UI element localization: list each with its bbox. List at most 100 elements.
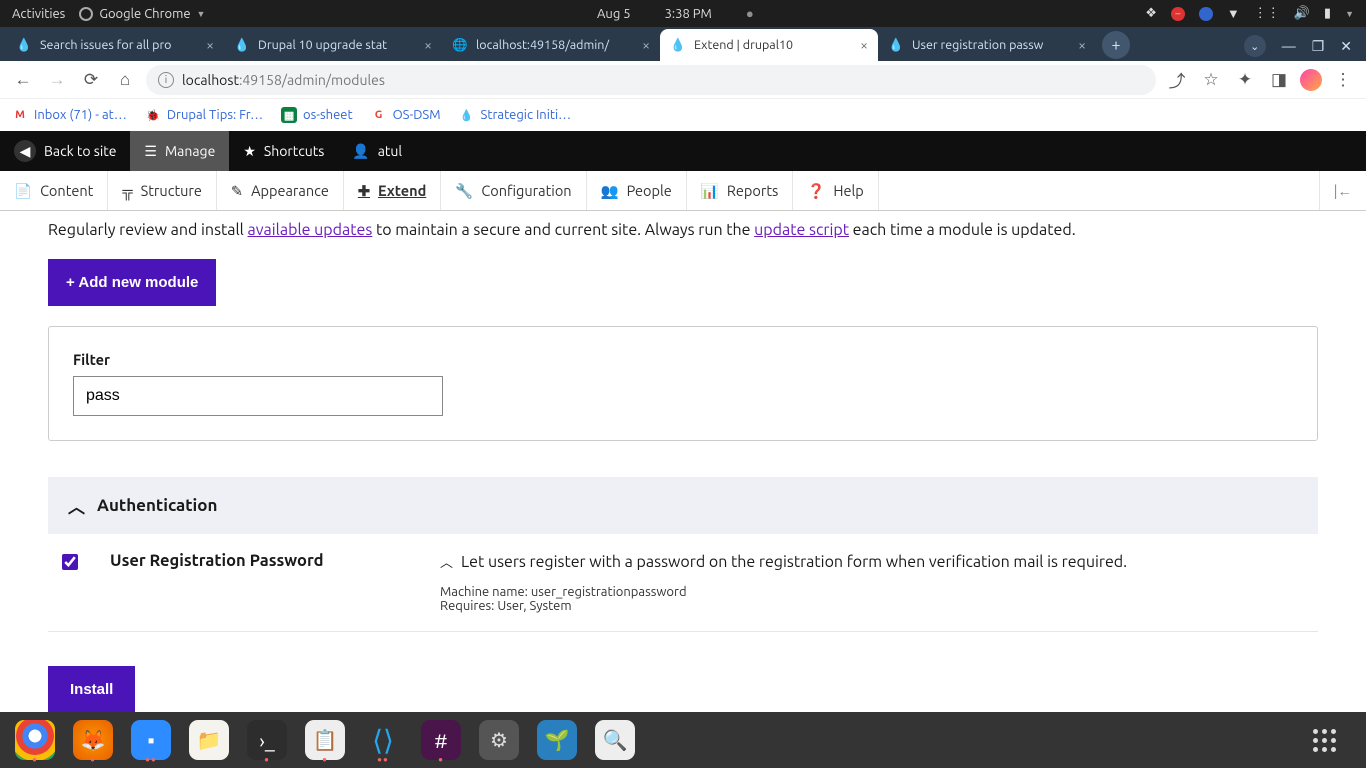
user-menu-button[interactable]: 👤 atul <box>338 131 416 171</box>
dock-zoom[interactable]: ▪●● <box>124 716 178 764</box>
admin-menu-configuration[interactable]: 🔧Configuration <box>441 171 586 210</box>
home-button[interactable]: ⌂ <box>112 67 138 93</box>
browser-tab[interactable]: 💧 Drupal 10 upgrade stat × <box>224 29 442 61</box>
zoom-tray-icon[interactable] <box>1199 7 1213 21</box>
bookmark-item[interactable]: GOS-DSM <box>371 107 441 123</box>
chart-icon: 📊 <box>701 182 719 200</box>
extensions-icon[interactable]: ✦ <box>1232 67 1258 93</box>
dock-files[interactable]: 📁 <box>182 716 236 764</box>
activities-button[interactable]: Activities <box>12 7 65 21</box>
module-description[interactable]: ︿Let users register with a password on t… <box>440 552 1304 571</box>
page-content: Regularly review and install available u… <box>0 211 1366 712</box>
forward-button[interactable]: → <box>44 67 70 93</box>
dock-firefox[interactable]: 🦊● <box>66 716 120 764</box>
close-icon[interactable]: × <box>1078 37 1086 53</box>
admin-menu-content[interactable]: 📄Content <box>0 171 108 210</box>
admin-menu-structure[interactable]: ╦Structure <box>108 171 217 210</box>
side-panel-icon[interactable]: ◨ <box>1266 67 1292 93</box>
toolbar-collapse-button[interactable]: |← <box>1319 171 1366 210</box>
status-message: Regularly review and install available u… <box>48 221 1318 239</box>
bookmark-item[interactable]: ▦os-sheet <box>281 107 353 123</box>
admin-menu-reports[interactable]: 📊Reports <box>687 171 794 210</box>
reload-button[interactable]: ⟳ <box>78 67 104 93</box>
drupal-icon: 💧 <box>234 37 250 53</box>
browser-tab[interactable]: 🌐 localhost:49158/admin/ × <box>442 29 660 61</box>
module-row: User Registration Password ︿Let users re… <box>48 534 1318 632</box>
dock-terminal[interactable]: ›_● <box>240 716 294 764</box>
back-arrow-icon: ◀ <box>14 140 36 162</box>
structure-icon: ╦ <box>122 182 132 200</box>
add-new-module-button[interactable]: + Add new module <box>48 259 216 306</box>
bookmark-star-icon[interactable]: ☆ <box>1198 67 1224 93</box>
help-icon: ❓ <box>807 182 825 200</box>
module-meta: Machine name: user_registrationpassword … <box>440 585 1304 613</box>
browser-tab-active[interactable]: 💧 Extend | drupal10 × <box>660 29 878 61</box>
volume-icon[interactable]: 🔊 <box>1294 6 1310 21</box>
filter-label: Filter <box>73 351 1293 368</box>
show-apps-button[interactable] <box>1304 716 1358 764</box>
dock-settings[interactable]: ⚙ <box>472 716 526 764</box>
system-tray[interactable]: ❖ – ▼ ⋮⋮ 🔊 ▮ ▼ <box>1145 6 1354 21</box>
tray-icon[interactable]: ❖ <box>1145 6 1157 21</box>
brush-icon: ✎ <box>231 182 243 200</box>
manage-button[interactable]: ☰ Manage <box>130 131 229 171</box>
back-button[interactable]: ← <box>10 67 36 93</box>
chrome-tabstrip: 💧 Search issues for all pro × 💧 Drupal 1… <box>0 27 1366 61</box>
available-updates-link[interactable]: available updates <box>248 221 373 239</box>
drupal-icon: 💧 <box>670 37 686 53</box>
browser-tab[interactable]: 💧 User registration passw × <box>878 29 1096 61</box>
bookmark-item[interactable]: 🐞Drupal Tips: Fr… <box>145 107 263 123</box>
drupal-icon: 💧 <box>16 37 32 53</box>
chevron-up-icon: ︿ <box>440 552 453 571</box>
address-bar[interactable]: i localhost:49158/admin/modules <box>146 65 1156 95</box>
bookmark-item[interactable]: 💧Strategic Initi… <box>459 107 572 123</box>
tab-search-button[interactable]: ⌄ <box>1244 35 1266 57</box>
minimize-button[interactable]: — <box>1282 38 1296 54</box>
dock-chrome[interactable]: ● <box>8 716 62 764</box>
chevron-up-icon: ︿ <box>68 493 85 518</box>
puzzle-icon: ✚ <box>358 182 370 200</box>
chrome-toolbar: ← → ⟳ ⌂ i localhost:49158/admin/modules … <box>0 61 1366 99</box>
close-window-button[interactable]: ✕ <box>1340 38 1352 55</box>
share-icon[interactable]: ⤴ <box>1164 67 1190 93</box>
close-icon[interactable]: × <box>860 37 868 53</box>
wrench-icon: 🔧 <box>455 182 473 200</box>
battery-icon[interactable]: ▮ <box>1324 6 1331 21</box>
new-tab-button[interactable]: + <box>1102 31 1130 59</box>
dock-notes[interactable]: 📋● <box>298 716 352 764</box>
back-to-site-button[interactable]: ◀ Back to site <box>0 131 130 171</box>
hamburger-icon: ☰ <box>144 143 157 160</box>
profile-avatar[interactable] <box>1300 69 1322 91</box>
bookmark-item[interactable]: MInbox (71) - at… <box>12 107 127 123</box>
notification-icon[interactable]: – <box>1171 7 1185 21</box>
filter-input[interactable] <box>73 376 443 416</box>
admin-menu-people[interactable]: 👥People <box>587 171 687 210</box>
dock-search[interactable]: 🔍 <box>588 716 642 764</box>
admin-menu-help[interactable]: ❓Help <box>793 171 878 210</box>
clock[interactable]: Aug 5 3:38 PM ● <box>597 6 754 21</box>
browser-tab[interactable]: 💧 Search issues for all pro × <box>6 29 224 61</box>
update-script-link[interactable]: update script <box>754 221 849 239</box>
restore-button[interactable]: ❐ <box>1312 38 1325 55</box>
chrome-menu-icon[interactable]: ⋮ <box>1330 67 1356 93</box>
site-info-icon[interactable]: i <box>158 72 174 88</box>
gnome-top-bar: Activities Google Chrome ▼ Aug 5 3:38 PM… <box>0 0 1366 27</box>
admin-menu-extend[interactable]: ✚Extend <box>344 171 441 210</box>
filter-panel: Filter <box>48 326 1318 441</box>
close-icon[interactable]: × <box>424 37 432 53</box>
people-icon: 👥 <box>601 182 619 200</box>
install-button[interactable]: Install <box>48 666 135 712</box>
accordion-authentication[interactable]: ︿ Authentication <box>48 477 1318 534</box>
wifi-icon[interactable]: ▼ <box>1227 6 1240 21</box>
dock-app[interactable]: 🌱 <box>530 716 584 764</box>
star-icon: ★ <box>243 143 256 160</box>
admin-menu-appearance[interactable]: ✎Appearance <box>217 171 344 210</box>
close-icon[interactable]: × <box>642 37 650 53</box>
close-icon[interactable]: × <box>206 37 214 53</box>
dock-vscode[interactable]: ⟨⟩●● <box>356 716 410 764</box>
active-app-menu[interactable]: Google Chrome ▼ <box>79 7 205 21</box>
module-checkbox[interactable] <box>62 554 78 570</box>
shortcuts-button[interactable]: ★ Shortcuts <box>229 131 338 171</box>
dock-slack[interactable]: #● <box>414 716 468 764</box>
bluetooth-icon[interactable]: ⋮⋮ <box>1254 6 1280 21</box>
